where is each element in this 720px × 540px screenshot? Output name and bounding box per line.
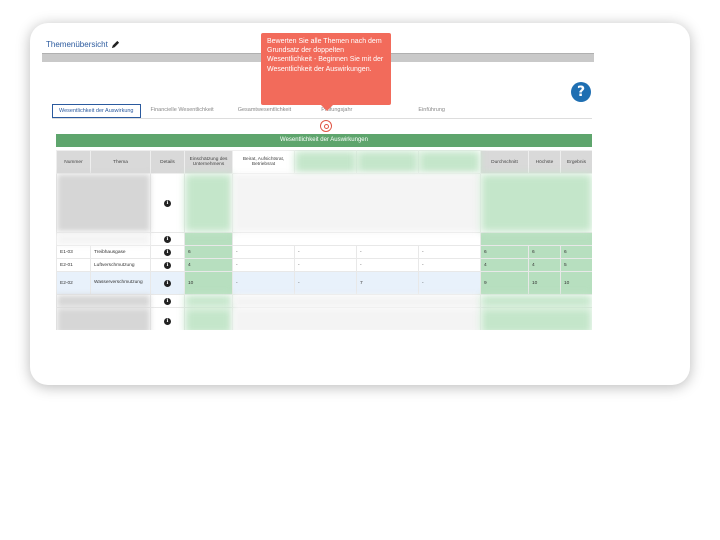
score-cell[interactable]: -: [418, 258, 481, 272]
result-cell: 5: [560, 258, 592, 272]
col-header: Ergebnis: [560, 150, 592, 174]
score-cell[interactable]: -: [232, 245, 295, 259]
details-cell: i: [150, 232, 185, 246]
info-icon[interactable]: i: [164, 248, 171, 256]
blurred-cell: [232, 294, 481, 308]
blurred-cell: [184, 173, 233, 233]
col-header: [356, 150, 419, 174]
score-cell[interactable]: -: [356, 245, 419, 259]
row-number: E1-03: [56, 245, 91, 259]
score-cell[interactable]: 4: [184, 258, 233, 272]
max-cell: 6: [528, 245, 561, 259]
table-header-row: Nummer Thema Details Einschätzung des Un…: [56, 150, 592, 174]
score-cell[interactable]: 7: [356, 271, 419, 295]
tab-wesentlichkeit-der-auswirkung[interactable]: Wesentlichkeit der Auswirkung: [52, 104, 141, 118]
blurred-cell: [56, 173, 151, 233]
row-topic: Wasserverschmutzung: [90, 271, 151, 295]
table-row-blurred: i: [56, 173, 592, 233]
table-row-blurred: i: [56, 307, 592, 330]
average-cell: 4: [480, 258, 529, 272]
col-header: [418, 150, 481, 174]
details-cell: i: [150, 271, 185, 295]
details-cell: i: [150, 173, 185, 233]
score-cell[interactable]: 10: [184, 271, 233, 295]
score-cell[interactable]: -: [294, 245, 357, 259]
score-cell[interactable]: -: [232, 271, 295, 295]
score-cell[interactable]: -: [418, 271, 481, 295]
blurred-cell: [480, 294, 592, 308]
details-cell: i: [150, 294, 185, 308]
table-row[interactable]: E2-02 Wasserverschmutzung i 10 - - 7 - 9…: [56, 271, 592, 295]
materiality-table: Nummer Thema Details Einschätzung des Un…: [56, 150, 592, 330]
blurred-cell: [184, 232, 233, 246]
col-header: Beirat, Aufsichtsrat, Betriebsrat: [232, 150, 295, 174]
tab-underline: [52, 118, 592, 119]
col-header: Details: [150, 150, 185, 174]
table-row: i: [56, 232, 592, 246]
materiality-table-wrapper[interactable]: Nummer Thema Details Einschätzung des Un…: [56, 150, 592, 330]
blurred-cell: [56, 232, 151, 246]
blurred-cell: [56, 307, 151, 330]
blurred-cell: [184, 307, 233, 330]
details-cell: i: [150, 258, 185, 272]
max-cell: 4: [528, 258, 561, 272]
score-cell[interactable]: -: [418, 245, 481, 259]
blurred-cell: [232, 232, 481, 246]
score-cell[interactable]: -: [294, 258, 357, 272]
table-row[interactable]: E2-01 Luftverschmutzung i 4 - - - - 4 4 …: [56, 258, 592, 272]
blurred-cell: [480, 232, 592, 246]
info-icon[interactable]: i: [164, 317, 171, 325]
pencil-icon[interactable]: [111, 40, 120, 49]
info-icon[interactable]: i: [164, 235, 171, 243]
score-cell[interactable]: -: [232, 258, 295, 272]
page-title: Themenübersicht: [46, 40, 108, 49]
blurred-cell: [184, 294, 233, 308]
row-number: E2-02: [56, 271, 91, 295]
details-cell: i: [150, 307, 185, 330]
average-cell: 9: [480, 271, 529, 295]
col-header: Thema: [90, 150, 151, 174]
result-cell: 6: [560, 245, 592, 259]
info-icon[interactable]: i: [164, 297, 171, 305]
blurred-cell: [232, 307, 481, 330]
page-title-row: Themenübersicht: [46, 40, 120, 49]
col-header: Nummer: [56, 150, 91, 174]
tab-financielle-wesentlichkeit[interactable]: Financielle Wesentlichkeit: [145, 104, 220, 118]
score-cell[interactable]: -: [294, 271, 357, 295]
row-number: E2-01: [56, 258, 91, 272]
tooltip-target-icon[interactable]: [320, 120, 332, 132]
section-header: Wesentlichkeit der Auswirkungen: [56, 134, 592, 147]
score-cell[interactable]: -: [356, 258, 419, 272]
row-topic: Treibhausgase: [90, 245, 151, 259]
details-cell: i: [150, 245, 185, 259]
onboarding-tooltip: Bewerten Sie alle Themen nach dem Grunds…: [261, 33, 391, 111]
average-cell: 6: [480, 245, 529, 259]
blurred-cell: [480, 173, 592, 233]
table-row[interactable]: E1-03 Treibhausgase i 6 - - - - 6 6 6: [56, 245, 592, 259]
blurred-cell: [480, 307, 592, 330]
help-icon[interactable]: ?: [571, 82, 591, 102]
tab-einfuehrung[interactable]: Einführung: [412, 104, 451, 118]
max-cell: 10: [528, 271, 561, 295]
col-header: Einschätzung des Unternehmens: [184, 150, 233, 174]
blurred-cell: [56, 294, 151, 308]
blurred-cell: [232, 173, 481, 233]
info-icon[interactable]: i: [164, 261, 171, 269]
info-icon[interactable]: i: [164, 279, 171, 287]
col-header: Durchschnitt: [480, 150, 529, 174]
info-icon[interactable]: i: [164, 199, 171, 207]
score-cell[interactable]: 6: [184, 245, 233, 259]
col-header: Höchste: [528, 150, 561, 174]
tab-gesamtwesentlichkeit[interactable]: Gesamtwesentlichkeit: [232, 104, 298, 118]
result-cell: 10: [560, 271, 592, 295]
table-row: i: [56, 294, 592, 308]
row-topic: Luftverschmutzung: [90, 258, 151, 272]
col-header: [294, 150, 357, 174]
